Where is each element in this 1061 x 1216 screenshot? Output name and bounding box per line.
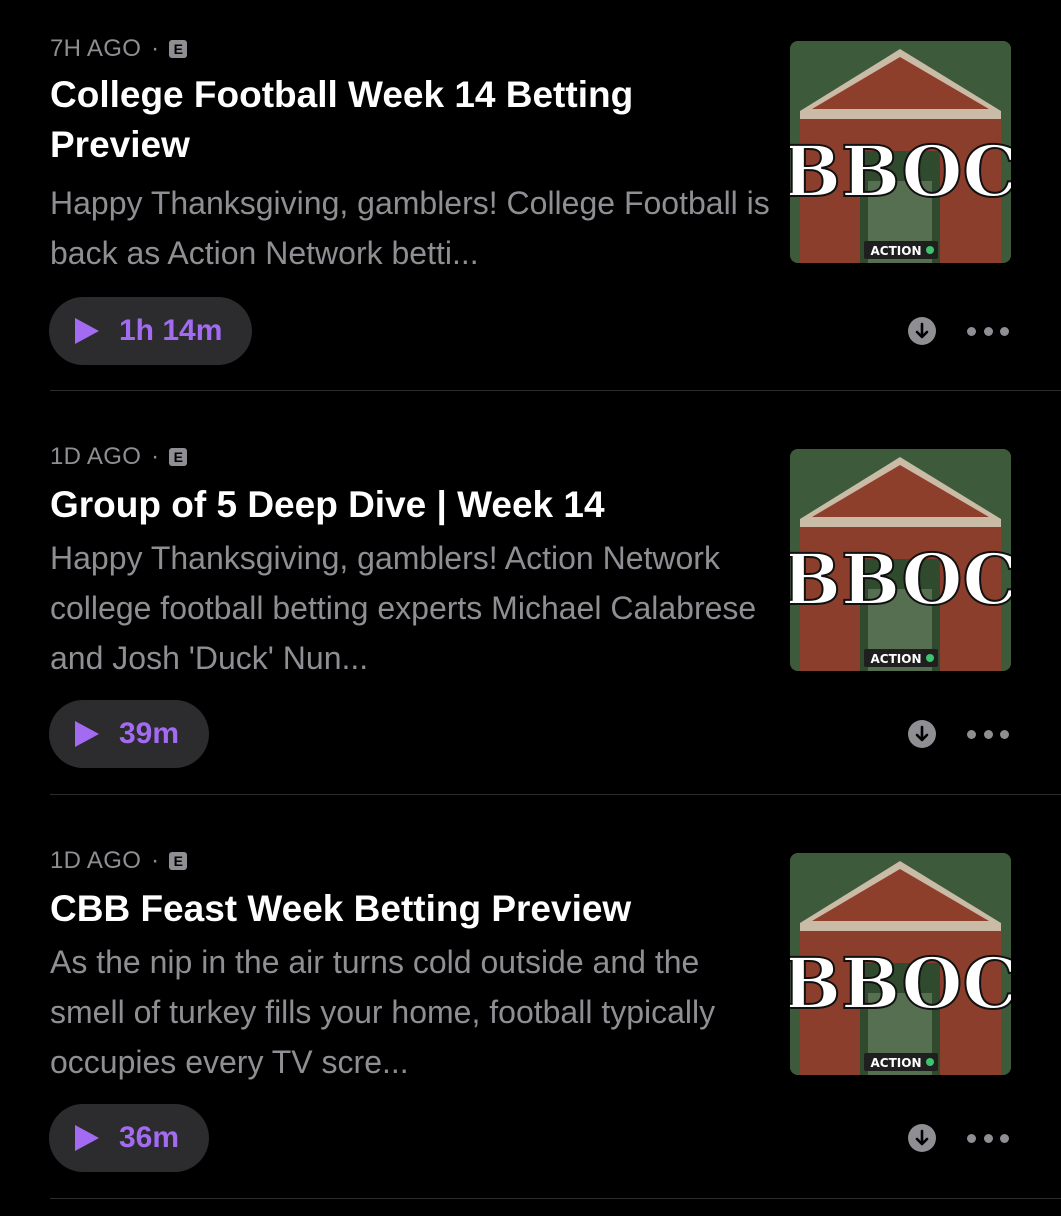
episode-duration: 39m [119, 717, 180, 750]
episode-row[interactable]: 1D AGO · E Group of 5 Deep Dive | Week 1… [0, 408, 1061, 812]
episode-meta: 1D AGO · E [50, 442, 188, 472]
more-icon[interactable] [967, 1133, 1009, 1143]
episode-description: As the nip in the air turns cold outside… [50, 944, 716, 1080]
play-button[interactable]: 39m [49, 700, 210, 768]
episode-description: Happy Thanksgiving, gamblers! Action Net… [50, 540, 757, 676]
episode-title[interactable]: Group of 5 Deep Dive | Week 14 [50, 480, 750, 530]
play-icon [75, 1125, 99, 1151]
episode-artwork[interactable]: BBOC ACTION [790, 853, 1011, 1075]
episode-meta: 7H AGO · E [50, 34, 188, 64]
episode-title[interactable]: CBB Feast Week Betting Preview [50, 884, 750, 934]
artwork-badge: ACTION [871, 1056, 922, 1070]
episode-title[interactable]: College Football Week 14 Betting Preview [50, 70, 750, 170]
episode-divider [50, 1198, 1061, 1199]
episode-age: 1D AGO [50, 847, 142, 874]
download-icon[interactable] [908, 1124, 936, 1152]
explicit-badge: E [169, 40, 188, 58]
episode-artwork[interactable]: BBOC ACTION [790, 41, 1011, 263]
episode-row[interactable]: 1D AGO · E CBB Feast Week Betting Previe… [0, 812, 1061, 1216]
explicit-badge: E [169, 852, 188, 870]
download-icon[interactable] [908, 720, 936, 748]
play-icon [75, 318, 99, 344]
separator-dot: · [151, 35, 160, 62]
artwork-title: BBOC [790, 538, 1011, 621]
more-icon[interactable] [967, 729, 1009, 739]
separator-dot: · [151, 443, 160, 470]
play-icon [75, 721, 99, 747]
download-icon[interactable] [908, 317, 936, 345]
play-button[interactable]: 1h 14m [49, 297, 253, 365]
artwork-badge: ACTION [871, 652, 922, 666]
separator-dot: · [151, 847, 160, 874]
episode-meta: 1D AGO · E [50, 846, 188, 876]
artwork-title: BBOC [790, 942, 1011, 1025]
episode-age: 1D AGO [50, 443, 142, 470]
episode-divider [50, 390, 1061, 391]
play-button[interactable]: 36m [49, 1104, 210, 1172]
explicit-badge: E [169, 448, 188, 466]
episode-artwork[interactable]: BBOC ACTION [790, 449, 1011, 671]
episode-row[interactable]: 7H AGO · E College Football Week 14 Bett… [0, 0, 1061, 404]
episode-duration: 1h 14m [119, 314, 223, 347]
episode-duration: 36m [119, 1121, 180, 1154]
episode-age: 7H AGO [50, 35, 142, 62]
episode-description: Happy Thanksgiving, gamblers! College Fo… [50, 185, 770, 271]
artwork-title: BBOC [790, 130, 1011, 213]
artwork-badge: ACTION [871, 244, 922, 258]
episode-divider [50, 794, 1061, 795]
more-icon[interactable] [967, 326, 1009, 336]
